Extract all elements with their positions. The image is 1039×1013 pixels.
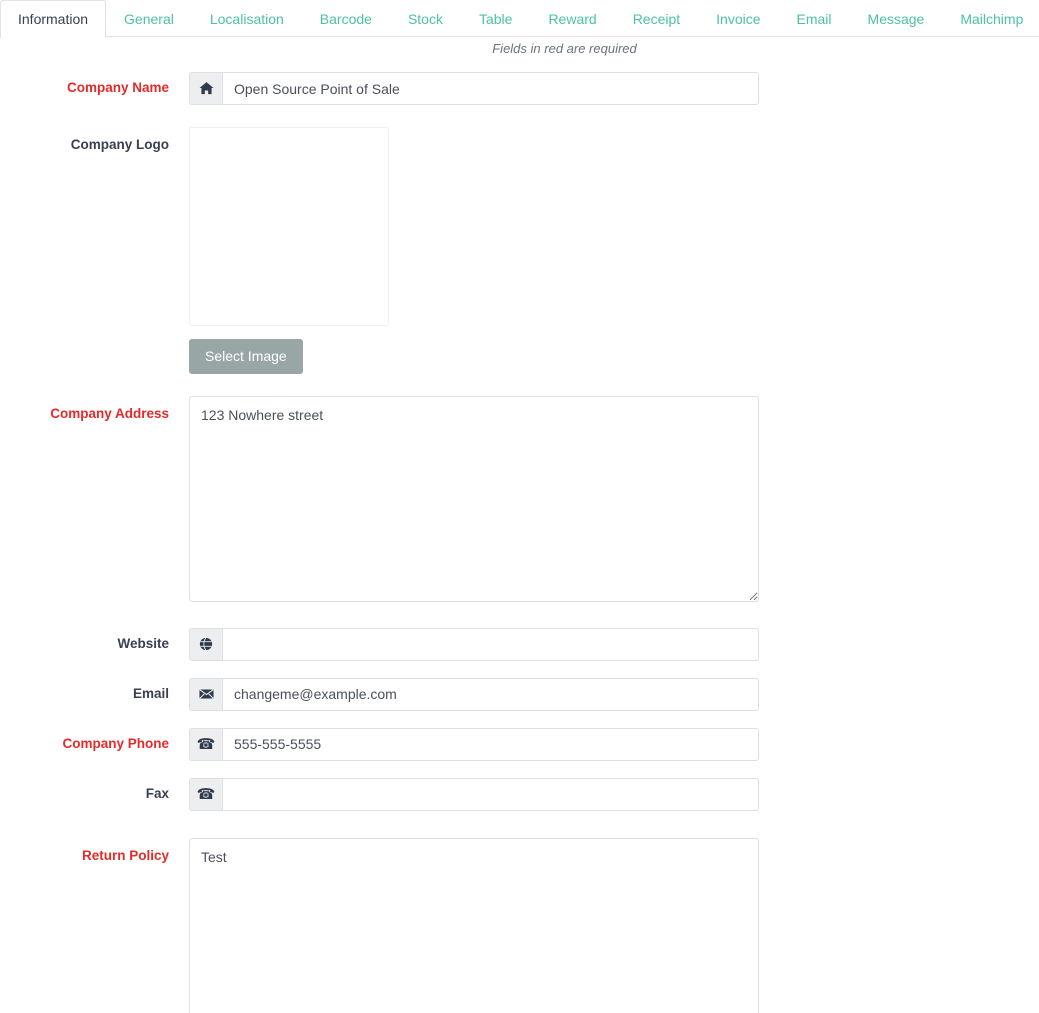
input-group-email <box>189 677 759 711</box>
select-image-button[interactable]: Select Image <box>189 339 303 374</box>
tab-general[interactable]: General <box>106 0 192 37</box>
field-row-email: Email <box>0 677 1039 711</box>
tab-invoice[interactable]: Invoice <box>698 0 778 37</box>
label-return-policy: Return Policy <box>81 847 169 863</box>
phone-icon: ☎ <box>189 777 222 811</box>
field-row-company-name: Company Name <box>0 72 1039 105</box>
input-group-company-phone: ☎ <box>189 727 759 761</box>
input-group-fax: ☎ <box>189 777 759 811</box>
globe-icon <box>189 627 222 661</box>
label-company-phone: Company Phone <box>62 735 169 751</box>
company-address-textarea[interactable] <box>189 395 759 602</box>
field-row-website: Website <box>0 627 1039 661</box>
tab-localisation[interactable]: Localisation <box>192 0 302 37</box>
label-company-name: Company Name <box>66 80 169 95</box>
field-row-company-phone: Company Phone ☎ <box>0 727 1039 761</box>
return-policy-textarea[interactable] <box>189 837 759 1013</box>
field-row-company-logo: Company Logo Select Image <box>0 127 1039 374</box>
company-phone-input[interactable] <box>222 727 759 761</box>
company-information-form: Company Name Company Logo Select Image C… <box>0 58 1039 1013</box>
field-row-return-policy: Return Policy <box>0 837 1039 1013</box>
tab-table[interactable]: Table <box>461 0 530 37</box>
tab-message[interactable]: Message <box>850 0 943 37</box>
company-name-input[interactable] <box>222 72 759 105</box>
tab-mailchimp[interactable]: Mailchimp <box>942 0 1039 37</box>
label-email: Email <box>132 685 169 701</box>
home-icon <box>189 72 222 105</box>
tab-receipt[interactable]: Receipt <box>615 0 698 37</box>
email-input[interactable] <box>222 677 759 711</box>
label-fax: Fax <box>145 785 169 801</box>
required-fields-notice: Fields in red are required <box>492 41 637 56</box>
settings-tab-bar: Information General Localisation Barcode Sto… <box>0 0 1039 38</box>
tab-stock[interactable]: Stock <box>390 0 461 37</box>
tab-barcode[interactable]: Barcode <box>302 0 390 37</box>
tab-information[interactable]: Information <box>0 0 107 38</box>
company-logo-preview <box>189 127 389 326</box>
input-group-website <box>189 627 759 661</box>
website-input[interactable] <box>222 627 759 661</box>
tab-reward[interactable]: Reward <box>530 0 614 37</box>
label-website: Website <box>117 635 169 651</box>
tab-email[interactable]: Email <box>779 0 850 37</box>
field-row-company-address: Company Address <box>0 395 1039 602</box>
input-group-company-name <box>189 72 759 105</box>
label-company-logo: Company Logo <box>70 137 169 152</box>
label-company-address: Company Address <box>50 405 169 421</box>
phone-icon: ☎ <box>189 727 222 761</box>
fax-input[interactable] <box>222 777 759 811</box>
envelope-icon <box>189 677 222 711</box>
field-row-fax: Fax ☎ <box>0 777 1039 811</box>
